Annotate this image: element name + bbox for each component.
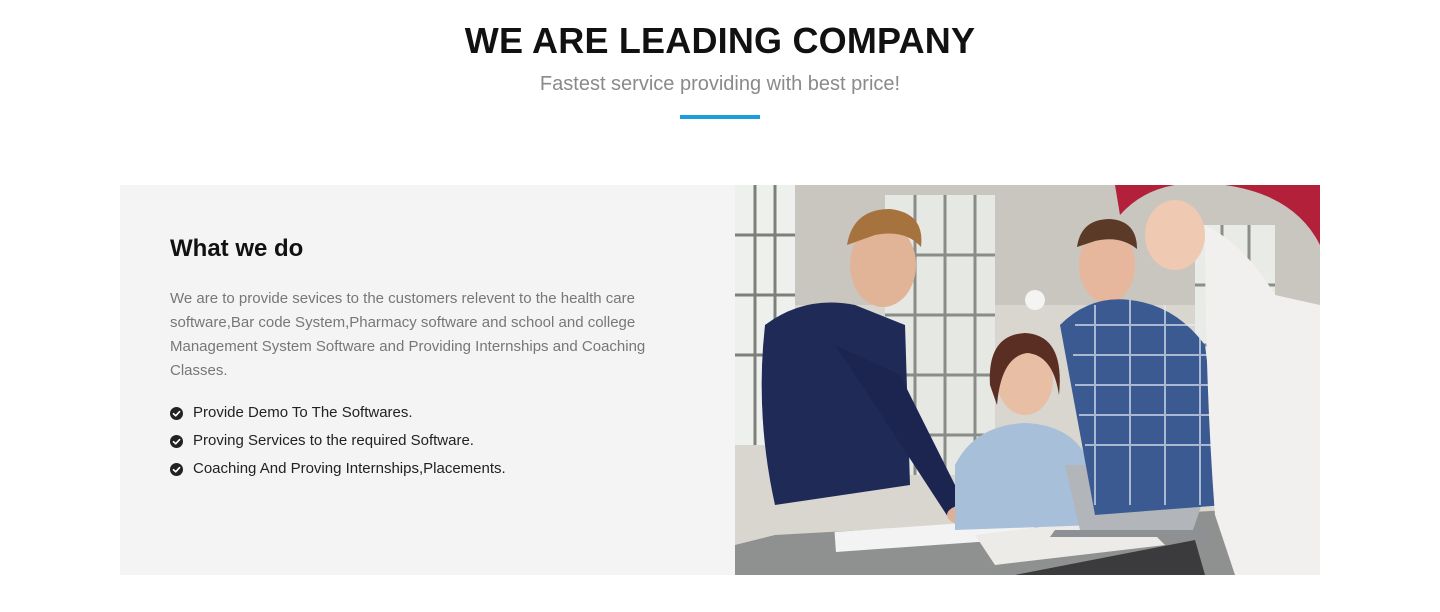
- page-subtitle: Fastest service providing with best pric…: [539, 73, 901, 95]
- about-section: WE ARE LEADING COMPANY Fastest service p…: [0, 0, 1440, 612]
- team-photo: [735, 185, 1320, 575]
- feature-text: Coaching And Proving Internships,Placeme…: [193, 460, 506, 477]
- what-we-do-panel: What we do We are to provide sevices to …: [120, 185, 735, 575]
- page-title: WE ARE LEADING COMPANY: [464, 20, 976, 61]
- feature-text: Provide Demo To The Softwares.: [193, 404, 413, 421]
- panel-title: What we do: [170, 235, 304, 262]
- feature-text: Proving Services to the required Softwar…: [193, 432, 474, 449]
- feature-list: Provide Demo To The Softwares. Proving S…: [170, 399, 685, 483]
- title-divider: [680, 115, 760, 119]
- team-meeting-illustration: [735, 185, 1320, 575]
- check-circle-icon: [170, 462, 183, 476]
- list-item: Coaching And Proving Internships,Placeme…: [170, 455, 685, 483]
- check-circle-icon: [170, 406, 183, 420]
- check-circle-icon: [170, 434, 183, 448]
- panel-description: We are to provide sevices to the custome…: [170, 290, 646, 379]
- content-row: What we do We are to provide sevices to …: [120, 185, 1320, 575]
- list-item: Proving Services to the required Softwar…: [170, 427, 685, 455]
- list-item: Provide Demo To The Softwares.: [170, 399, 685, 427]
